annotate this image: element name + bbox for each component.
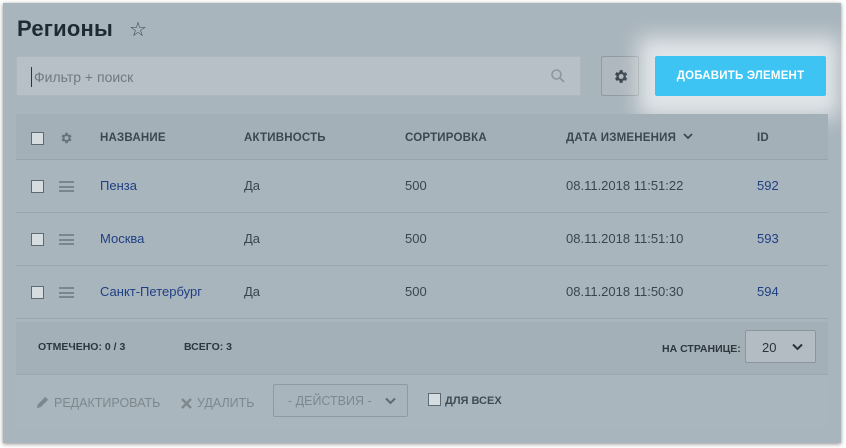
delete-action-button[interactable]: Удалить <box>181 396 254 410</box>
row-modified: 08.11.2018 11:50:30 <box>566 284 684 299</box>
regions-table: Название Активность Сортировка Дата изме… <box>16 114 828 322</box>
total-count-label: Всего: <box>184 341 224 353</box>
table-row[interactable]: Москва Да 500 08.11.2018 11:51:10 593 <box>16 213 828 266</box>
selected-count: Отмечено: 0 / 3 <box>38 341 125 353</box>
edit-action-button[interactable]: Редактировать <box>36 396 160 410</box>
row-active: Да <box>244 231 261 246</box>
column-header-id[interactable]: ID <box>757 132 769 144</box>
column-settings-gear-icon[interactable] <box>59 131 73 145</box>
row-menu-icon[interactable] <box>59 287 74 298</box>
total-count: Всего: 3 <box>184 341 232 353</box>
column-header-name[interactable]: Название <box>100 132 166 144</box>
row-sort: 500 <box>405 231 427 246</box>
row-checkbox[interactable] <box>31 180 44 193</box>
group-actions-panel: Редактировать Удалить - Действия - Для в… <box>16 374 828 428</box>
row-name-link[interactable]: Пенза <box>100 178 137 193</box>
actions-select[interactable]: - Действия - <box>273 384 408 417</box>
for-all-label: Для всех <box>445 395 502 407</box>
page-title: Регионы <box>17 16 113 41</box>
total-count-value: 3 <box>226 341 233 353</box>
delete-action-label: Удалить <box>197 396 255 410</box>
row-active: Да <box>244 284 261 299</box>
gear-icon <box>615 70 628 83</box>
select-all-checkbox[interactable] <box>31 132 44 145</box>
table-header: Название Активность Сортировка Дата изме… <box>16 114 828 160</box>
table-summary: Отмечено: 0 / 3 Всего: 3 На странице: 20 <box>16 322 828 374</box>
per-page-select[interactable]: 20 <box>745 330 816 363</box>
row-active: Да <box>244 178 261 193</box>
per-page-value: 20 <box>762 340 777 355</box>
edit-action-label: Редактировать <box>54 396 161 410</box>
app-frame: Регионы ☆ Добавить элемент Название Акти… <box>3 3 841 443</box>
chevron-down-icon <box>683 133 694 140</box>
row-sort: 500 <box>405 178 427 193</box>
column-header-modified[interactable]: Дата изменения <box>566 132 694 144</box>
row-id-link[interactable]: 592 <box>757 178 779 193</box>
row-checkbox[interactable] <box>31 233 44 246</box>
chevron-down-icon <box>792 343 803 351</box>
pencil-icon <box>36 396 49 409</box>
actions-select-value: - Действия - <box>288 394 372 408</box>
grid-settings-button[interactable] <box>601 56 639 96</box>
row-checkbox[interactable] <box>31 286 44 299</box>
for-all-toggle[interactable]: Для всех <box>428 393 502 407</box>
row-name-link[interactable]: Санкт-Петербург <box>100 284 202 299</box>
search-icon[interactable] <box>550 68 566 84</box>
column-header-modified-label: Дата изменения <box>566 132 677 144</box>
row-modified: 08.11.2018 11:51:10 <box>566 231 684 246</box>
close-icon <box>181 398 192 409</box>
per-page-label: На странице: <box>662 343 741 355</box>
star-icon[interactable]: ☆ <box>129 17 147 42</box>
selected-count-label: Отмечено: <box>38 341 102 353</box>
row-sort: 500 <box>405 284 427 299</box>
filter-search-box[interactable] <box>16 56 581 96</box>
table-row[interactable]: Пенза Да 500 08.11.2018 11:51:22 592 <box>16 160 828 213</box>
chevron-down-icon <box>385 397 396 405</box>
row-id-link[interactable]: 594 <box>757 284 779 299</box>
table-row[interactable]: Санкт-Петербург Да 500 08.11.2018 11:50:… <box>16 266 828 319</box>
row-menu-icon[interactable] <box>59 181 74 192</box>
row-id-link[interactable]: 593 <box>757 231 779 246</box>
row-menu-icon[interactable] <box>59 234 74 245</box>
selected-count-value: 0 / 3 <box>104 341 126 353</box>
column-header-sort[interactable]: Сортировка <box>405 132 487 144</box>
row-modified: 08.11.2018 11:51:22 <box>566 178 684 193</box>
filter-search-input[interactable] <box>31 67 531 87</box>
column-header-active[interactable]: Активность <box>244 132 326 144</box>
add-element-button[interactable]: Добавить элемент <box>655 56 826 96</box>
for-all-checkbox[interactable] <box>428 393 441 406</box>
row-name-link[interactable]: Москва <box>100 231 144 246</box>
